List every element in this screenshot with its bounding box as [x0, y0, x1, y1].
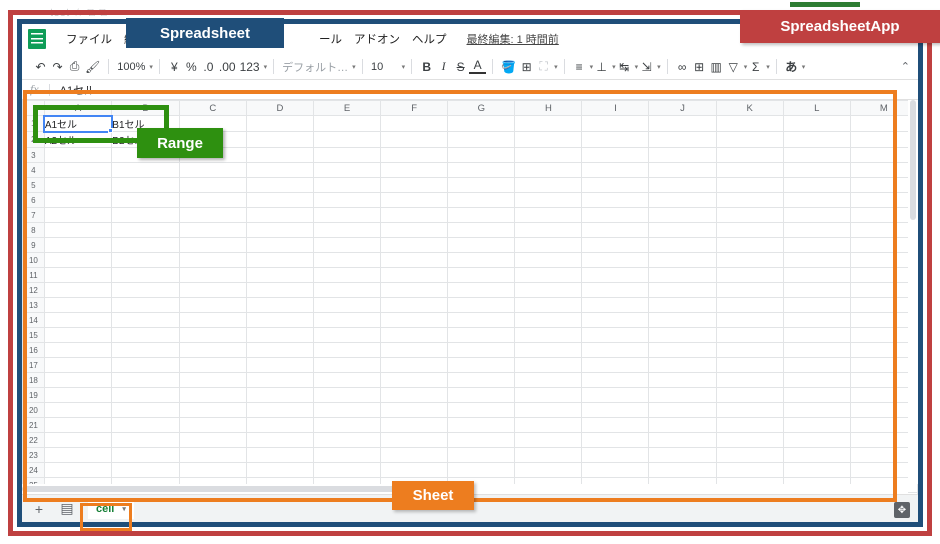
- callout-range: Range: [137, 128, 223, 158]
- chrome-accent-bar: [790, 2, 860, 7]
- screenshot-root: test ☆ ⧉ ⧉ ファイル 編集 ール アドオン ヘルプ 最終編集: 1 時…: [0, 0, 940, 544]
- callout-spreadsheet: Spreadsheet: [126, 18, 284, 48]
- callout-sheet: Sheet: [392, 481, 474, 510]
- callout-spreadsheetapp: SpreadsheetApp: [740, 10, 940, 43]
- spreadsheet-boundary-highlight: [17, 19, 923, 527]
